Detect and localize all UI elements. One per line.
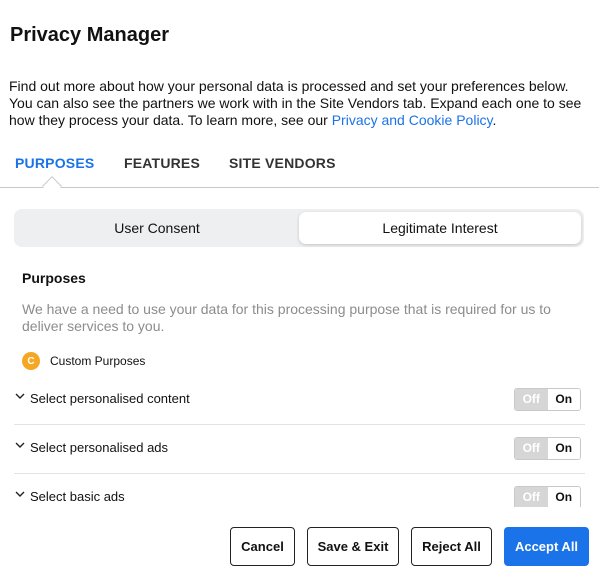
purposes-panel[interactable]: User Consent Legitimate Interest Purpose… (0, 189, 599, 507)
intro-end: . (492, 112, 497, 128)
privacy-policy-link[interactable]: Privacy and Cookie Policy (332, 112, 493, 128)
purpose-toggle[interactable]: Off On (514, 437, 581, 460)
toggle-off[interactable]: Off (515, 389, 548, 410)
toggle-on[interactable]: On (547, 438, 580, 459)
chevron-down-icon[interactable] (14, 390, 26, 402)
toggle-on[interactable]: On (547, 487, 580, 507)
purpose-label[interactable]: Select personalised content (30, 391, 190, 406)
purpose-toggle[interactable]: Off On (514, 486, 581, 507)
toggle-off[interactable]: Off (515, 438, 548, 459)
tab-features[interactable]: FEATURES (124, 155, 200, 171)
toggle-off[interactable]: Off (515, 487, 548, 507)
purpose-label[interactable]: Select basic ads (30, 489, 125, 504)
dialog-title: Privacy Manager (10, 24, 169, 46)
purpose-label[interactable]: Select personalised ads (30, 440, 168, 455)
save-exit-button[interactable]: Save & Exit (307, 527, 399, 566)
purpose-row: Select personalised content Off On (14, 376, 585, 425)
privacy-manager-dialog: Privacy Manager Find out more about how … (0, 0, 599, 584)
intro-text: Find out more about how your personal da… (9, 78, 594, 129)
legitimate-interest-option[interactable]: Legitimate Interest (299, 212, 581, 244)
purpose-toggle[interactable]: Off On (514, 388, 581, 411)
custom-purposes-legend: C Custom Purposes (22, 352, 145, 370)
purpose-row: Select personalised ads Off On (14, 425, 585, 474)
chevron-down-icon[interactable] (14, 488, 26, 500)
cancel-button[interactable]: Cancel (230, 527, 295, 566)
consent-type-switch: User Consent Legitimate Interest (14, 209, 584, 247)
tab-purposes[interactable]: PURPOSES (15, 155, 94, 171)
user-consent-option[interactable]: User Consent (17, 212, 297, 244)
tab-bar: PURPOSES FEATURES SITE VENDORS (0, 150, 599, 188)
toggle-on[interactable]: On (547, 389, 580, 410)
dialog-footer: Cancel Save & Exit Reject All Accept All (0, 507, 599, 584)
custom-purposes-label: Custom Purposes (50, 354, 146, 368)
section-description: We have a need to use your data for this… (22, 301, 551, 334)
custom-badge-icon: C (22, 352, 40, 370)
tab-site-vendors[interactable]: SITE VENDORS (229, 155, 336, 171)
purpose-row: Select basic ads Off On (14, 474, 585, 507)
chevron-down-icon[interactable] (14, 439, 26, 451)
accept-all-button[interactable]: Accept All (504, 527, 589, 566)
reject-all-button[interactable]: Reject All (411, 527, 492, 566)
section-title: Purposes (22, 270, 86, 286)
